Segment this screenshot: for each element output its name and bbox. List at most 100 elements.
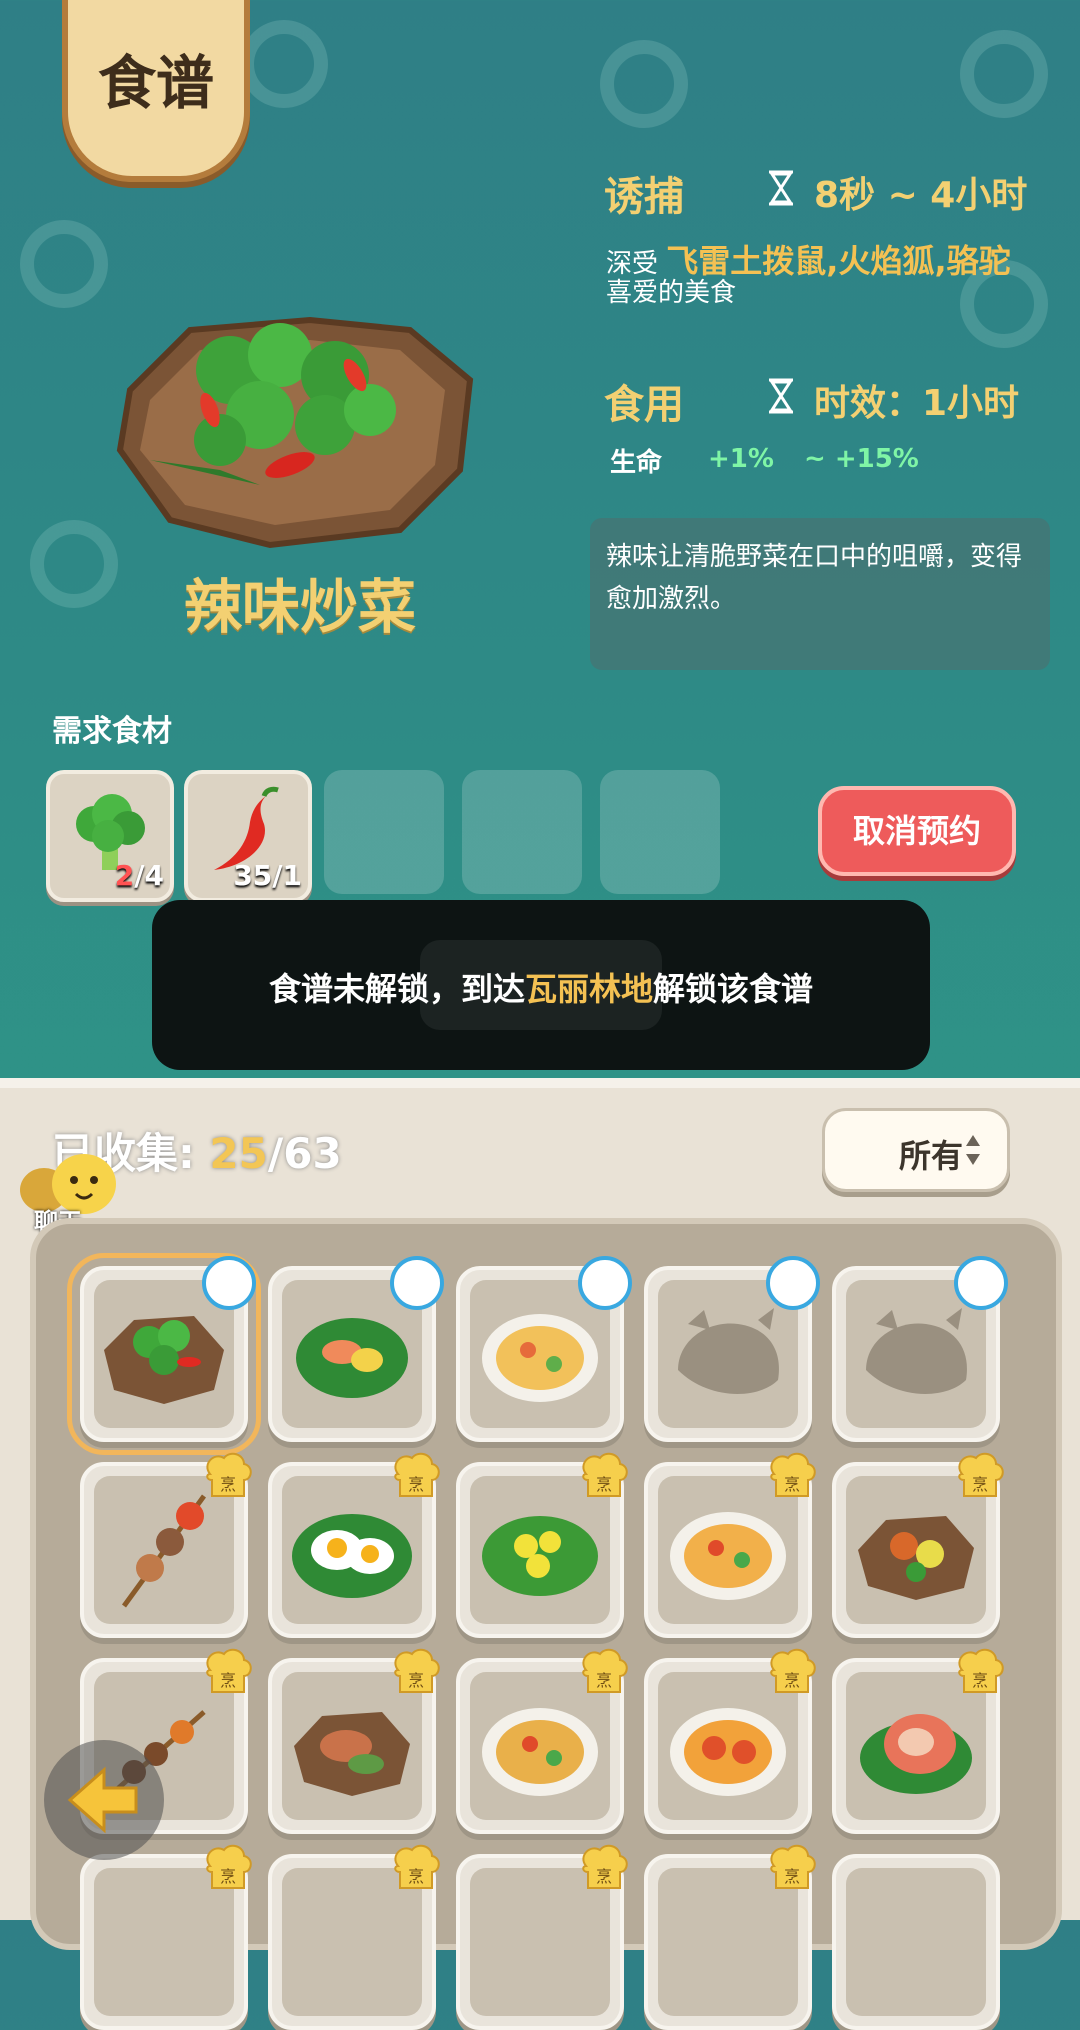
chef-hat-icon: 烹: [206, 1648, 252, 1693]
recipe-cell-locked[interactable]: [832, 1256, 1008, 1442]
lure-time: 8秒 ~ 4小时: [814, 175, 1028, 216]
chef-badge-text: 烹: [972, 1671, 988, 1690]
toast-post: 解锁该食谱: [653, 970, 814, 1008]
recipe-cell[interactable]: 烹: [268, 1648, 440, 1834]
back-button[interactable]: [44, 1740, 164, 1860]
dish-name: 辣味炒菜: [183, 573, 416, 641]
ingredient-slot[interactable]: 2/4: [46, 770, 174, 902]
stat-max: ~ +15%: [804, 444, 919, 474]
page-title: 食谱: [97, 49, 214, 117]
ingredient-slot-empty: [324, 770, 444, 894]
toast-place: 瓦丽林地: [524, 970, 653, 1008]
chef-badge-text: 烹: [596, 1867, 612, 1886]
dish-image: [110, 300, 480, 560]
recipe-cell-locked[interactable]: [644, 1256, 820, 1442]
chef-hat-icon: 烹: [582, 1452, 628, 1497]
recipe-cell[interactable]: 烹: [644, 1648, 816, 1834]
background-swirl: [600, 40, 688, 128]
recipe-cell[interactable]: 烹: [80, 1452, 252, 1638]
toast-pre: 食谱未解锁，到达: [268, 970, 525, 1008]
chef-badge-text: 烹: [784, 1475, 800, 1494]
stat-label: 生命: [610, 448, 663, 478]
description-text: 辣味让清脆野菜在口中的咀嚼，变得愈加激烈。: [606, 542, 1023, 614]
hourglass-icon: [769, 378, 793, 414]
chef-badge-text: 烹: [596, 1475, 612, 1494]
sort-arrows-icon: [966, 1135, 980, 1165]
chef-hat-icon: 烹: [770, 1844, 816, 1889]
chef-hat-icon: 烹: [582, 1648, 628, 1693]
chef-badge-text: 烹: [408, 1867, 424, 1886]
ingredients-label: 需求食材: [52, 714, 172, 749]
chef-badge-text: 烹: [596, 1671, 612, 1690]
ingredient-slot[interactable]: 35/1: [184, 770, 312, 902]
recipe-cell-selected[interactable]: [67, 1253, 261, 1455]
recipe-cell[interactable]: 烹: [268, 1452, 440, 1638]
recipe-cell[interactable]: 烹: [456, 1844, 628, 2030]
clock-icon: [202, 1256, 256, 1310]
stat-min: +1%: [708, 444, 774, 474]
ingredient-need: /1: [272, 859, 302, 892]
hourglass-icon: [769, 170, 793, 206]
recipe-cell[interactable]: [456, 1256, 632, 1442]
background-swirl: [960, 30, 1048, 118]
stir-fry-dish-icon: [116, 316, 474, 549]
chef-hat-icon: 烹: [582, 1844, 628, 1889]
recipe-detail-panel: 食谱 辣味炒菜 诱捕 8秒 ~ 4小时 深受 飞雷土拨鼠,火焰狐,骆驼 喜爱的美…: [0, 0, 1080, 1080]
chef-hat-icon: 烹: [958, 1452, 1004, 1497]
recipe-cell[interactable]: 烹: [832, 1452, 1004, 1638]
chef-badge-text: 烹: [784, 1671, 800, 1690]
recipe-cell[interactable]: 烹: [832, 1648, 1004, 1834]
clock-icon: [390, 1256, 444, 1310]
recipe-cell[interactable]: 烹: [644, 1844, 816, 2030]
chef-badge-text: 烹: [408, 1671, 424, 1690]
clock-icon: [766, 1256, 820, 1310]
recipe-cell[interactable]: 烹: [644, 1452, 816, 1638]
ingredient-have: 35: [233, 859, 273, 892]
recipe-cell[interactable]: 烹: [456, 1648, 628, 1834]
toast-message: 食谱未解锁，到达瓦丽林地解锁该食谱: [152, 900, 930, 1070]
ingredient-need: /4: [134, 859, 164, 892]
recipe-cell[interactable]: 烹: [456, 1452, 628, 1638]
ingredient-have: 2: [114, 859, 135, 892]
chef-hat-icon: 烹: [770, 1452, 816, 1497]
background-swirl: [20, 220, 108, 308]
ingredient-slot-empty: [462, 770, 582, 894]
recipe-title-badge: 食谱: [62, 0, 250, 182]
filter-dropdown[interactable]: 所有: [822, 1108, 1010, 1192]
clock-icon: [954, 1256, 1008, 1310]
recipe-thumb: [846, 1868, 986, 2016]
ingredient-count: 2/4: [115, 859, 164, 892]
chef-hat-icon: 烹: [770, 1648, 816, 1693]
toast-text: 食谱未解锁，到达瓦丽林地解锁该食谱: [152, 964, 930, 1010]
clock-icon: [578, 1256, 632, 1310]
recipe-cell[interactable]: [832, 1854, 1000, 2030]
chef-hat-icon: 烹: [958, 1648, 1004, 1693]
eat-label: 食用: [604, 382, 684, 428]
ingredient-count: 35/1: [233, 859, 302, 892]
cancel-reservation-button[interactable]: 取消预约: [818, 786, 1016, 876]
chef-hat-icon: 烹: [206, 1452, 252, 1497]
chef-badge-text: 烹: [220, 1475, 236, 1494]
filter-value: 所有: [899, 1137, 964, 1175]
lure-post-text: 喜爱的美食: [606, 278, 737, 308]
recipe-cell[interactable]: 烹: [268, 1844, 440, 2030]
description-box: 辣味让清脆野菜在口中的咀嚼，变得愈加激烈。: [590, 518, 1050, 670]
chef-badge-text: 烹: [408, 1475, 424, 1494]
eat-duration: 时效：1小时: [814, 383, 1020, 424]
collected-total: /63: [267, 1129, 342, 1178]
recipe-cell[interactable]: 烹: [80, 1844, 252, 2030]
collected-current: 25: [209, 1129, 268, 1178]
lure-label: 诱捕: [604, 174, 684, 220]
chef-hat-icon: 烹: [394, 1452, 440, 1497]
panel-edge: [0, 1078, 1080, 1088]
chef-badge-text: 烹: [220, 1671, 236, 1690]
ingredient-slot-empty: [600, 770, 720, 894]
back-arrow-icon: [67, 1766, 138, 1834]
chef-hat-icon: 烹: [206, 1844, 252, 1889]
chef-hat-icon: 烹: [394, 1648, 440, 1693]
background-swirl: [30, 520, 118, 608]
recipe-cell[interactable]: [268, 1256, 444, 1442]
chef-badge-text: 烹: [972, 1475, 988, 1494]
chef-badge-text: 烹: [220, 1867, 236, 1886]
chef-badge-text: 烹: [784, 1867, 800, 1886]
